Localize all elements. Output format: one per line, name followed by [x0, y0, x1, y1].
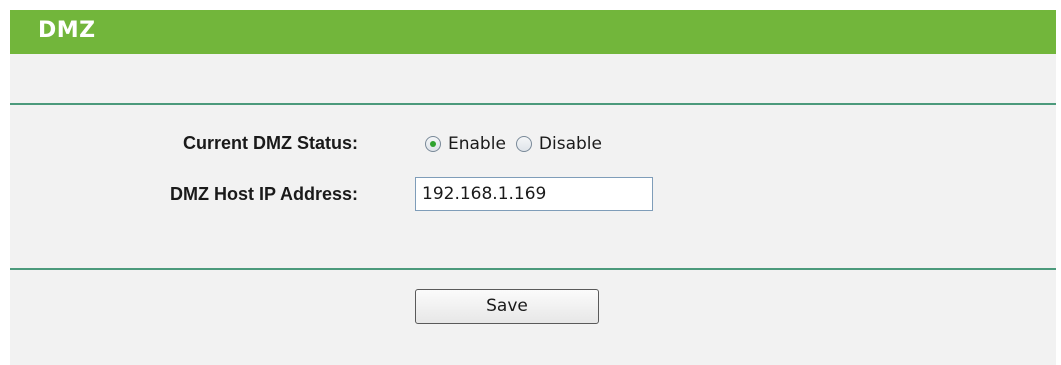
bottom-divider — [10, 268, 1056, 270]
enable-radio-label[interactable]: Enable — [448, 134, 506, 154]
enable-radio[interactable] — [425, 136, 441, 152]
dmz-status-label: Current DMZ Status: — [183, 133, 358, 153]
top-divider — [10, 103, 1056, 105]
save-button[interactable]: Save — [415, 289, 599, 324]
dmz-status-radio-group: Enable Disable — [425, 131, 612, 157]
title-bar: DMZ — [10, 10, 1056, 54]
disable-radio-label[interactable]: Disable — [539, 134, 602, 154]
dmz-host-ip-label: DMZ Host IP Address: — [169, 184, 358, 204]
dmz-settings-panel: DMZ Current DMZ Status: Enable Disable D… — [10, 10, 1056, 365]
page-title: DMZ — [38, 18, 96, 43]
disable-radio[interactable] — [515, 136, 532, 152]
dmz-host-ip-input[interactable]: 192.168.1.169 — [415, 177, 653, 211]
